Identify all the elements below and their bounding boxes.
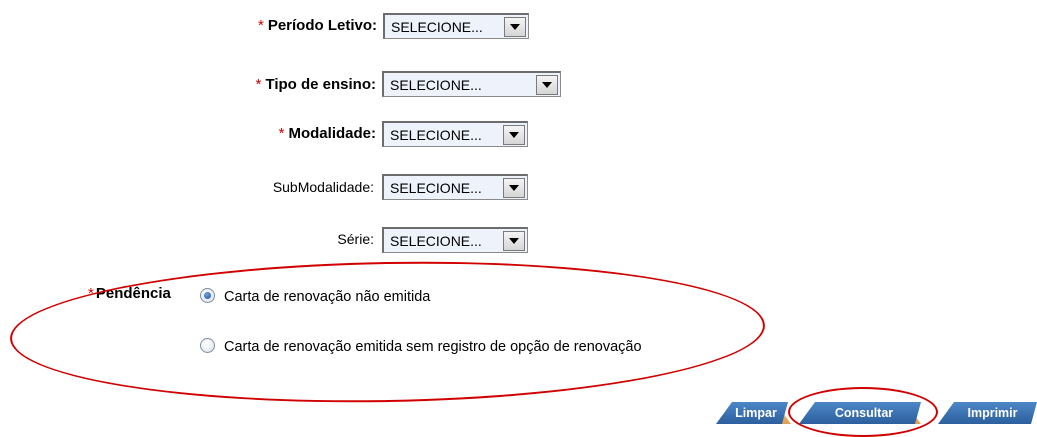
chevron-down-icon bbox=[509, 237, 519, 244]
tipo-ensino-select[interactable]: SELECIONE... bbox=[382, 71, 561, 97]
required-marker: * bbox=[257, 17, 264, 34]
submodalidade-label: SubModalidade: bbox=[272, 179, 374, 195]
modalidade-label: * Modalidade: bbox=[279, 125, 376, 142]
imprimir-button-label: Imprimir bbox=[967, 406, 1018, 420]
consultar-button[interactable]: Consultar bbox=[799, 402, 921, 424]
chevron-down-icon bbox=[509, 131, 519, 138]
required-marker: * bbox=[278, 125, 285, 142]
required-marker: * bbox=[88, 285, 94, 302]
periodo-letivo-select[interactable]: SELECIONE... bbox=[383, 13, 529, 39]
radio-carta-emitida-sem-registro[interactable] bbox=[200, 338, 215, 353]
serie-value: SELECIONE... bbox=[390, 232, 482, 249]
tipo-ensino-label: * Tipo de ensino: bbox=[256, 76, 376, 93]
consultar-button-label: Consultar bbox=[834, 406, 894, 420]
tipo-ensino-dropdown-button[interactable] bbox=[536, 74, 558, 95]
tipo-ensino-label-text: Tipo de ensino: bbox=[265, 76, 376, 93]
pendencia-label: * Pendência bbox=[88, 285, 171, 302]
radio-carta-nao-emitida[interactable] bbox=[200, 288, 215, 303]
submodalidade-select[interactable]: SELECIONE... bbox=[382, 174, 528, 200]
limpar-button[interactable]: Limpar bbox=[716, 402, 788, 424]
limpar-button-label: Limpar bbox=[735, 406, 777, 420]
option-carta-emitida-sem-registro-label: Carta de renovação emitida sem registro … bbox=[224, 339, 642, 355]
periodo-letivo-label-text: Período Letivo: bbox=[267, 17, 377, 34]
periodo-letivo-label: * Período Letivo: bbox=[258, 17, 377, 34]
submodalidade-dropdown-button[interactable] bbox=[503, 177, 525, 198]
modalidade-select[interactable]: SELECIONE... bbox=[382, 121, 528, 147]
serie-select[interactable]: SELECIONE... bbox=[382, 227, 528, 253]
required-marker: * bbox=[255, 76, 262, 93]
option-carta-nao-emitida-label: Carta de renovação não emitida bbox=[224, 289, 431, 305]
chevron-down-icon bbox=[509, 184, 519, 191]
serie-dropdown-button[interactable] bbox=[503, 230, 525, 251]
serie-label: Série: bbox=[337, 231, 374, 247]
modalidade-dropdown-button[interactable] bbox=[503, 124, 525, 145]
tipo-ensino-value: SELECIONE... bbox=[390, 76, 482, 93]
chevron-down-icon bbox=[542, 81, 552, 88]
chevron-down-icon bbox=[510, 23, 520, 30]
pendencia-label-text: Pendência bbox=[95, 285, 171, 302]
modalidade-value: SELECIONE... bbox=[390, 126, 482, 143]
highlight-ellipse-pendencia bbox=[8, 255, 767, 409]
periodo-letivo-value: SELECIONE... bbox=[391, 18, 483, 35]
modalidade-label-text: Modalidade: bbox=[288, 125, 376, 142]
periodo-letivo-dropdown-button[interactable] bbox=[504, 16, 526, 37]
imprimir-button[interactable]: Imprimir bbox=[938, 402, 1037, 424]
submodalidade-value: SELECIONE... bbox=[390, 179, 482, 196]
